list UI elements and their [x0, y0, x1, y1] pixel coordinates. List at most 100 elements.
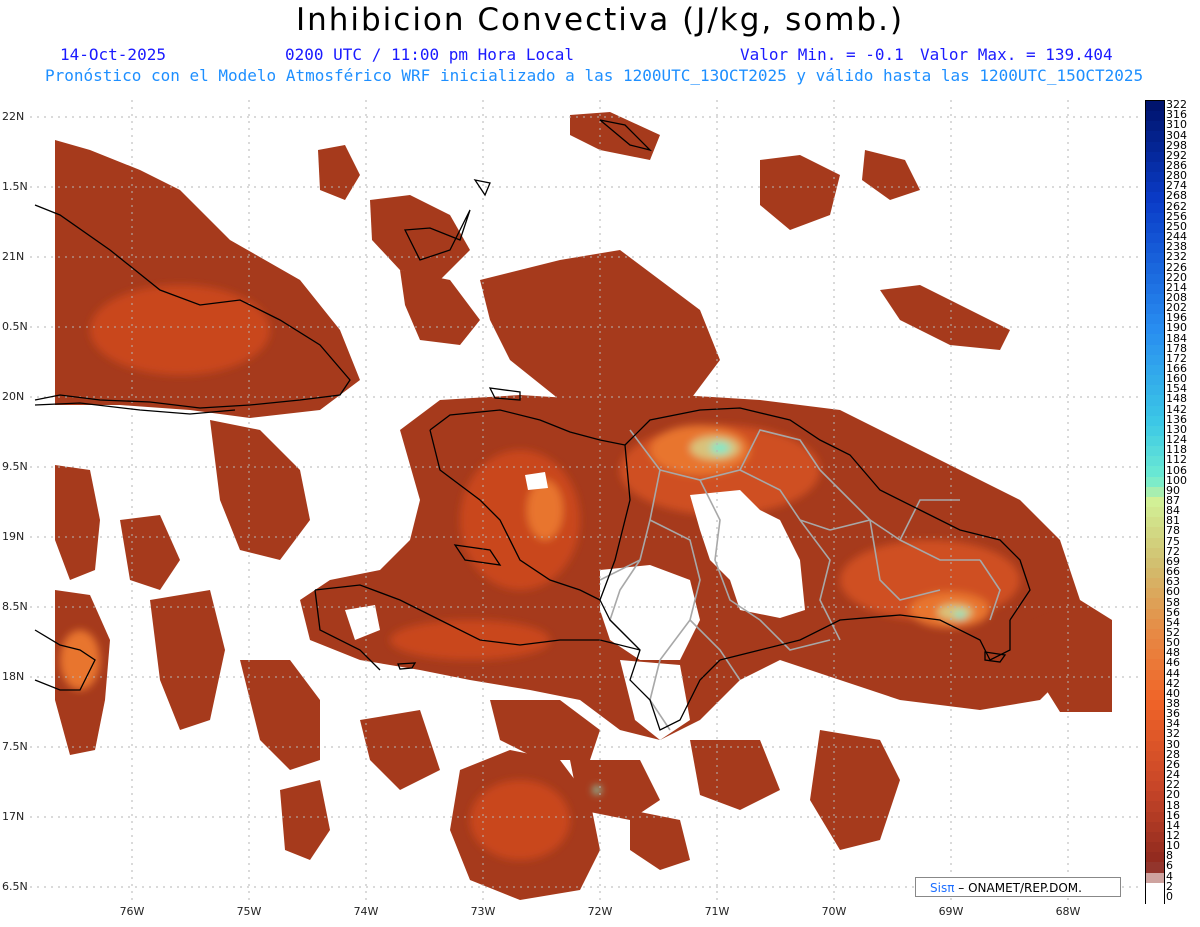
colorbar-segment — [1146, 172, 1164, 183]
colorbar-segment — [1146, 517, 1164, 528]
field-cuba-west — [55, 140, 360, 418]
colorbar-segment — [1146, 385, 1164, 396]
colorbar-segment — [1146, 842, 1164, 853]
field-west-3 — [150, 590, 225, 730]
colorbar-segment — [1146, 131, 1164, 143]
field-peak-e — [937, 604, 973, 620]
colorbar-segment — [1146, 111, 1164, 122]
colorbar-segment — [1146, 882, 1164, 894]
field-mid-south — [470, 780, 570, 860]
lat-label: 0.5N — [2, 320, 28, 333]
colorbar-segment — [1146, 466, 1164, 478]
colorbar-segment — [1146, 537, 1164, 549]
lon-label: 70W — [821, 905, 847, 918]
colorbar-segment — [1146, 415, 1164, 427]
lon-label: 76W — [119, 905, 145, 918]
colorbar-segment — [1146, 222, 1164, 234]
lat-label: 19N — [2, 530, 25, 543]
field-bahamas-2 — [400, 270, 480, 345]
lat-label: 22N — [2, 110, 25, 123]
colorbar-segment — [1146, 527, 1164, 539]
colorbar-segment — [1146, 364, 1164, 376]
field-max-e — [954, 611, 966, 619]
colorbar-segment — [1146, 293, 1164, 305]
colorbar-segment — [1146, 202, 1164, 214]
field-max-dr — [710, 442, 730, 454]
colorbar-segment — [1146, 628, 1164, 640]
lon-label: 68W — [1055, 905, 1081, 918]
lat-label: 9.5N — [2, 460, 28, 473]
field-central-north — [480, 250, 720, 410]
colorbar-segment — [1146, 507, 1164, 518]
colorbar-segment — [1146, 354, 1164, 366]
colorbar-segment — [1146, 314, 1164, 325]
field-ne-3 — [880, 285, 1010, 350]
colorbar-segment — [1146, 425, 1164, 437]
colorbar-segment — [1146, 334, 1164, 346]
colorbar-segment — [1146, 821, 1164, 833]
field-turks — [570, 112, 660, 160]
colorbar-segment — [1146, 151, 1164, 163]
colorbar-segment — [1146, 852, 1164, 863]
colorbar-segment — [1146, 720, 1164, 732]
field-south-7 — [630, 810, 690, 870]
colorbar-segment — [1146, 446, 1164, 457]
credit-box: Sisπ – ONAMET/REP.DOM. — [915, 877, 1121, 897]
lon-label: 69W — [938, 905, 964, 918]
colorbar-segment — [1146, 639, 1164, 650]
colorbar-segment — [1146, 304, 1164, 315]
field-mid-sw — [390, 620, 550, 660]
colorbar-segment — [1146, 161, 1164, 173]
colorbar-segment — [1146, 669, 1164, 681]
colorbar-segment — [1146, 547, 1164, 559]
colorbar-segment — [1146, 496, 1164, 508]
lon-label: 75W — [236, 905, 262, 918]
lat-label: 21N — [2, 250, 25, 263]
colorbar-segment — [1146, 730, 1164, 742]
cin-field — [55, 112, 1112, 900]
field-south-2 — [490, 700, 600, 760]
colorbar-segment — [1146, 456, 1164, 468]
field-west-6 — [240, 660, 320, 770]
colorbar-segment — [1146, 375, 1164, 386]
colorbar-segment — [1146, 212, 1164, 224]
colorbar-segment — [1146, 679, 1164, 691]
lat-label: 20N — [2, 390, 25, 403]
colorbar-segment — [1146, 760, 1164, 772]
field-sw-1 — [280, 780, 330, 860]
colorbar-segment — [1146, 649, 1164, 660]
lat-label: 8.5N — [2, 600, 28, 613]
field-hole-haiti-2 — [525, 472, 548, 490]
colorbar-segment — [1146, 831, 1164, 843]
colorbar-segment — [1146, 263, 1164, 275]
lat-label: 6.5N — [2, 880, 28, 893]
field-south-6 — [360, 710, 440, 790]
map-canvas — [30, 100, 1140, 900]
colorbar-segment — [1146, 557, 1164, 569]
colorbar-segment — [1146, 710, 1164, 721]
colorbar-segment — [1146, 283, 1164, 295]
colorbar-segment — [1146, 740, 1164, 752]
field-south-5 — [810, 730, 900, 850]
colorbar-segment — [1146, 436, 1164, 447]
lat-label: 1.5N — [2, 180, 28, 193]
colorbar-segment — [1146, 567, 1164, 579]
colorbar-segment — [1146, 192, 1164, 204]
colorbar-segment — [1146, 273, 1164, 285]
colorbar-segment — [1146, 659, 1164, 671]
lon-label: 72W — [587, 905, 613, 918]
field-ne-2 — [862, 150, 920, 200]
colorbar-segment — [1146, 101, 1164, 112]
colorbar-segment — [1146, 892, 1164, 904]
colorbar-segment — [1146, 253, 1164, 265]
colorbar-segment — [1146, 598, 1164, 610]
field-south-4 — [690, 740, 780, 810]
credit-text: – ONAMET/REP.DOM. — [958, 881, 1082, 895]
colorbar-segment — [1146, 121, 1164, 133]
colorbar-segment — [1146, 608, 1164, 620]
colorbar-segment — [1146, 486, 1164, 498]
lon-label: 74W — [353, 905, 379, 918]
colorbar-label: 0 — [1166, 889, 1173, 903]
colorbar-segment — [1146, 476, 1164, 488]
colorbar-segment — [1146, 872, 1164, 884]
